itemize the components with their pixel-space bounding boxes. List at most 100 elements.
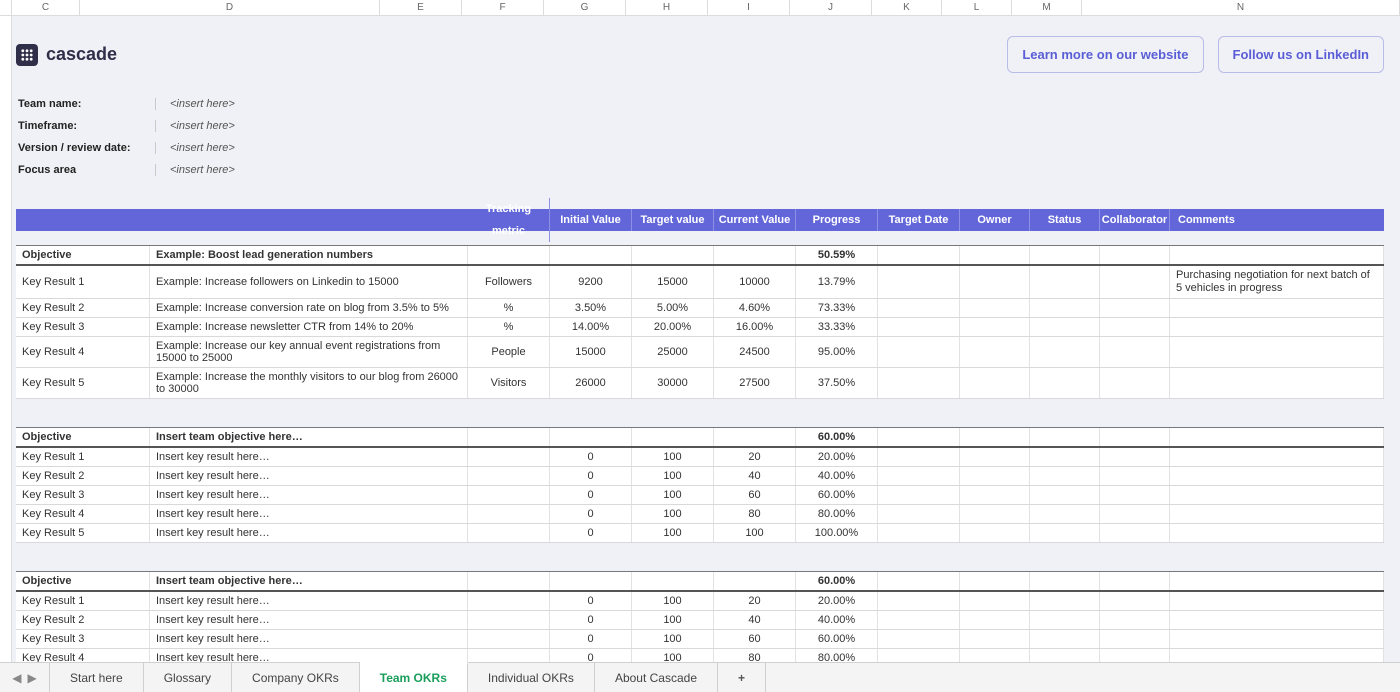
key-result-row[interactable]: Key Result 5Insert key result here…01001… [16, 524, 1384, 543]
tab-glossary[interactable]: Glossary [144, 663, 232, 692]
kr-status[interactable] [1030, 649, 1100, 662]
kr-initial[interactable]: 15000 [550, 337, 632, 367]
kr-status[interactable] [1030, 592, 1100, 610]
key-result-row[interactable]: Key Result 1Insert key result here…01002… [16, 592, 1384, 611]
linkedin-button[interactable]: Follow us on LinkedIn [1218, 36, 1385, 73]
kr-owner[interactable] [960, 630, 1030, 648]
kr-initial[interactable]: 0 [550, 448, 632, 466]
objective-text[interactable]: Example: Boost lead generation numbers [150, 246, 468, 264]
kr-description[interactable]: Insert key result here… [150, 649, 468, 662]
kr-owner[interactable] [960, 505, 1030, 523]
kr-status[interactable] [1030, 467, 1100, 485]
kr-collaborator[interactable] [1100, 630, 1170, 648]
kr-status[interactable] [1030, 337, 1100, 367]
kr-target-date[interactable] [878, 467, 960, 485]
kr-status[interactable] [1030, 524, 1100, 542]
kr-target[interactable]: 25000 [632, 337, 714, 367]
kr-target[interactable]: 15000 [632, 266, 714, 298]
kr-collaborator[interactable] [1100, 524, 1170, 542]
kr-status[interactable] [1030, 318, 1100, 336]
key-result-row[interactable]: Key Result 5Example: Increase the monthl… [16, 368, 1384, 399]
kr-target-date[interactable] [878, 505, 960, 523]
col-E[interactable]: E [380, 0, 462, 15]
kr-owner[interactable] [960, 486, 1030, 504]
kr-target-date[interactable] [878, 649, 960, 662]
col-G[interactable]: G [544, 0, 626, 15]
kr-target[interactable]: 100 [632, 467, 714, 485]
kr-comment[interactable] [1170, 337, 1384, 367]
tab-prev-icon[interactable]: ◀ [12, 671, 21, 685]
kr-description[interactable]: Insert key result here… [150, 486, 468, 504]
objective-row[interactable]: ObjectiveInsert team objective here…60.0… [16, 571, 1384, 592]
kr-description[interactable]: Insert key result here… [150, 630, 468, 648]
kr-target[interactable]: 30000 [632, 368, 714, 398]
kr-current[interactable]: 27500 [714, 368, 796, 398]
key-result-row[interactable]: Key Result 4Insert key result here…01008… [16, 649, 1384, 662]
kr-initial[interactable]: 14.00% [550, 318, 632, 336]
kr-initial[interactable]: 0 [550, 592, 632, 610]
objective-row[interactable]: ObjectiveInsert team objective here…60.0… [16, 427, 1384, 448]
kr-target-date[interactable] [878, 299, 960, 317]
kr-comment[interactable] [1170, 467, 1384, 485]
kr-owner[interactable] [960, 649, 1030, 662]
kr-current[interactable]: 20 [714, 448, 796, 466]
kr-initial[interactable]: 0 [550, 611, 632, 629]
kr-target[interactable]: 20.00% [632, 318, 714, 336]
kr-comment[interactable] [1170, 486, 1384, 504]
kr-target-date[interactable] [878, 318, 960, 336]
kr-target[interactable]: 100 [632, 524, 714, 542]
kr-metric[interactable] [468, 448, 550, 466]
kr-collaborator[interactable] [1100, 266, 1170, 298]
kr-description[interactable]: Insert key result here… [150, 611, 468, 629]
col-D[interactable]: D [80, 0, 380, 15]
key-result-row[interactable]: Key Result 3Insert key result here…01006… [16, 486, 1384, 505]
col-N[interactable]: N [1082, 0, 1400, 15]
tab-individual-okrs[interactable]: Individual OKRs [468, 663, 595, 692]
col-C[interactable]: C [12, 0, 80, 15]
kr-target-date[interactable] [878, 448, 960, 466]
kr-owner[interactable] [960, 318, 1030, 336]
learn-more-button[interactable]: Learn more on our website [1007, 36, 1203, 73]
key-result-row[interactable]: Key Result 3Example: Increase newsletter… [16, 318, 1384, 337]
tab-team-okrs[interactable]: Team OKRs [360, 662, 468, 692]
kr-metric[interactable] [468, 649, 550, 662]
kr-target-date[interactable] [878, 524, 960, 542]
kr-initial[interactable]: 0 [550, 630, 632, 648]
key-result-row[interactable]: Key Result 1Insert key result here…01002… [16, 448, 1384, 467]
kr-owner[interactable] [960, 592, 1030, 610]
kr-collaborator[interactable] [1100, 592, 1170, 610]
kr-collaborator[interactable] [1100, 611, 1170, 629]
kr-target[interactable]: 100 [632, 649, 714, 662]
objective-text[interactable]: Insert team objective here… [150, 428, 468, 446]
objective-text[interactable]: Insert team objective here… [150, 572, 468, 590]
kr-metric[interactable] [468, 486, 550, 504]
kr-comment[interactable] [1170, 649, 1384, 662]
kr-collaborator[interactable] [1100, 505, 1170, 523]
kr-owner[interactable] [960, 337, 1030, 367]
kr-description[interactable]: Example: Increase followers on Linkedin … [150, 266, 468, 298]
kr-description[interactable]: Insert key result here… [150, 524, 468, 542]
kr-collaborator[interactable] [1100, 448, 1170, 466]
col-K[interactable]: K [872, 0, 942, 15]
kr-metric[interactable] [468, 630, 550, 648]
kr-collaborator[interactable] [1100, 467, 1170, 485]
kr-comment[interactable] [1170, 630, 1384, 648]
tab-company-okrs[interactable]: Company OKRs [232, 663, 360, 692]
kr-owner[interactable] [960, 448, 1030, 466]
kr-collaborator[interactable] [1100, 337, 1170, 367]
key-result-row[interactable]: Key Result 4Insert key result here…01008… [16, 505, 1384, 524]
kr-description[interactable]: Example: Increase newsletter CTR from 14… [150, 318, 468, 336]
kr-target[interactable]: 100 [632, 592, 714, 610]
kr-target[interactable]: 5.00% [632, 299, 714, 317]
kr-collaborator[interactable] [1100, 649, 1170, 662]
kr-target-date[interactable] [878, 368, 960, 398]
kr-target-date[interactable] [878, 630, 960, 648]
kr-metric[interactable] [468, 467, 550, 485]
kr-target-date[interactable] [878, 337, 960, 367]
kr-initial[interactable]: 26000 [550, 368, 632, 398]
col-F[interactable]: F [462, 0, 544, 15]
kr-owner[interactable] [960, 467, 1030, 485]
kr-description[interactable]: Insert key result here… [150, 505, 468, 523]
kr-metric[interactable]: % [468, 299, 550, 317]
kr-status[interactable] [1030, 505, 1100, 523]
